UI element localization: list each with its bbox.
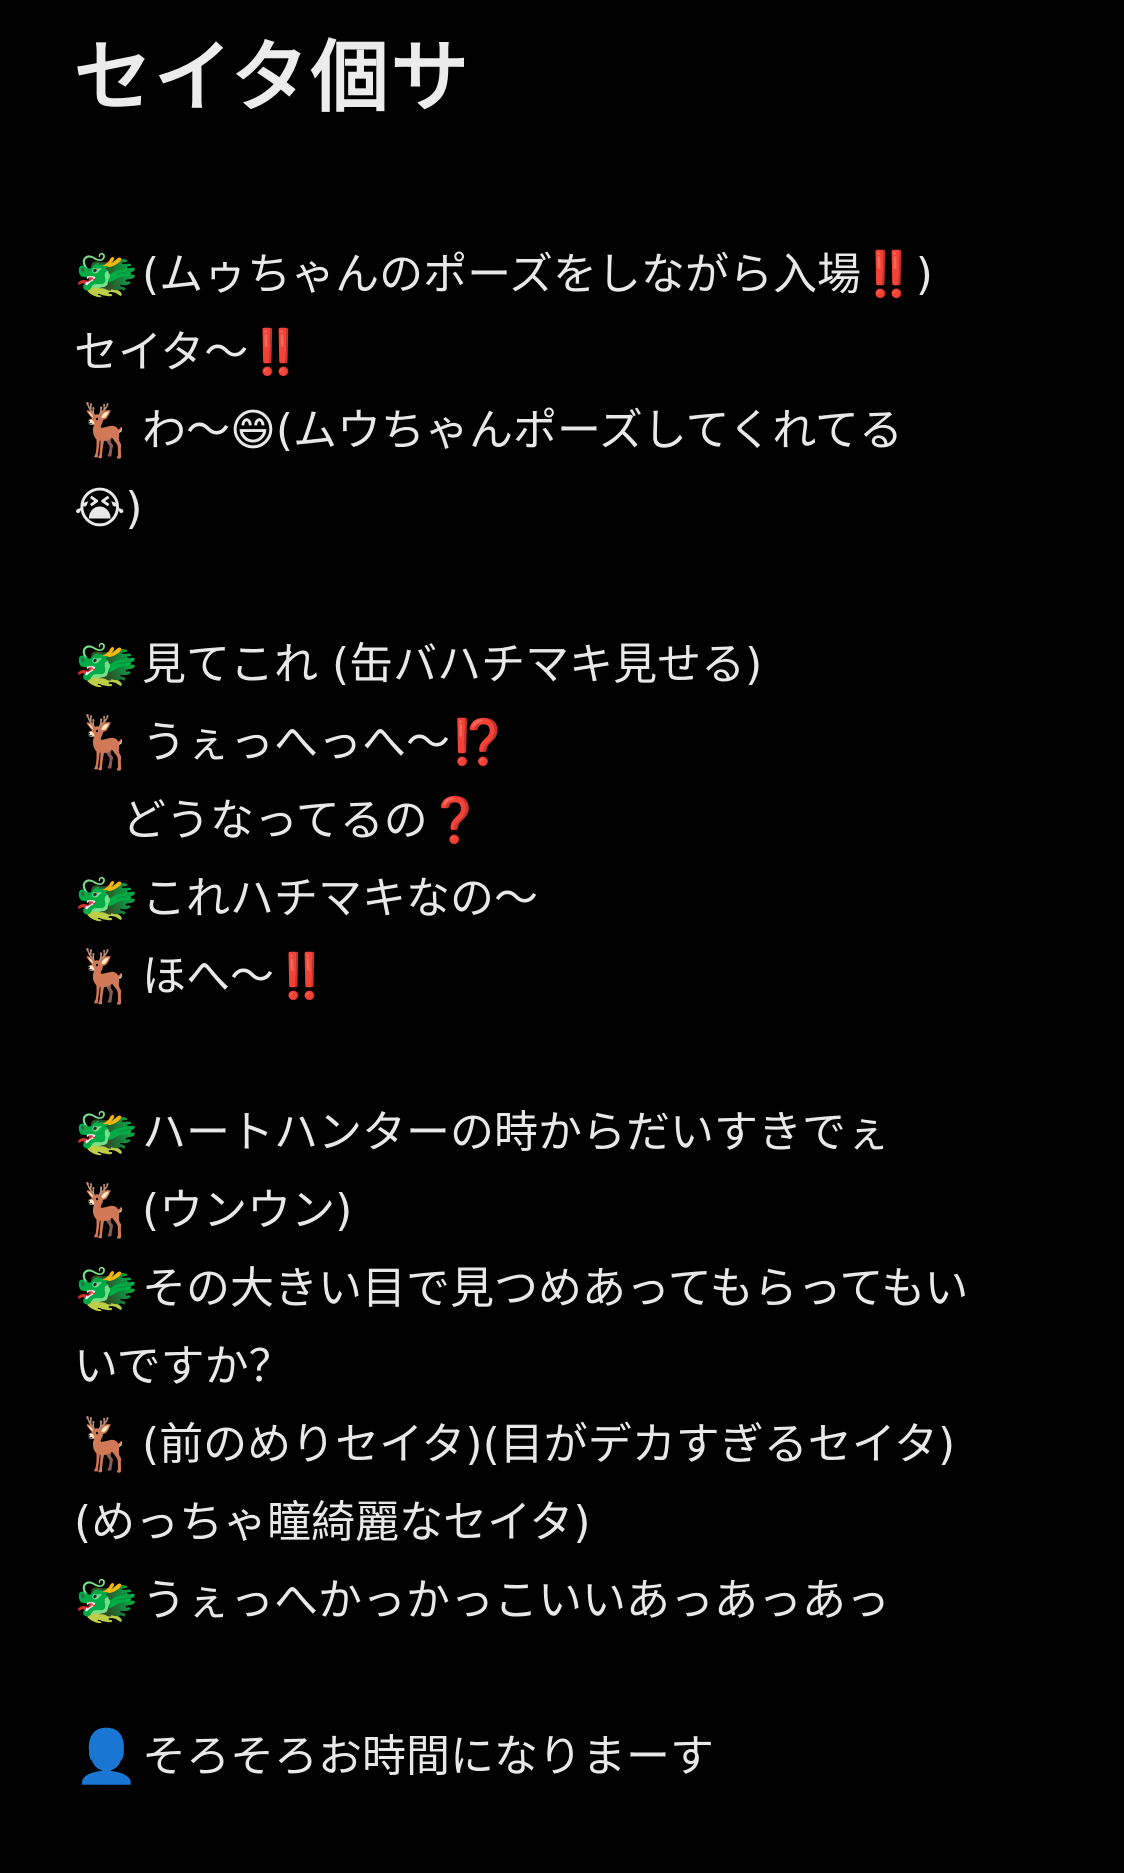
memo-line-text: どうなってるの❓	[122, 795, 483, 846]
memo-line-text: (ムゥちゃんのポーズをしながら入場‼️)	[142, 249, 933, 300]
memo-line-text: うぇっへかっかっこいいあっあっあっ	[142, 1575, 890, 1626]
deer-icon: 🦌	[74, 1181, 139, 1241]
memo-line: 🐲 見てこれ (缶バハチマキ見せる)	[74, 626, 1050, 704]
memo-line: いですか？	[74, 1328, 1050, 1406]
dragon-icon: 🐲	[74, 1259, 139, 1319]
deer-icon: 🦌	[74, 713, 139, 773]
dragon-icon: 🐲	[74, 1571, 139, 1631]
memo-line: 🐲 これハチマキなの〜	[74, 860, 1050, 938]
memo-line: 🐲 その大きい目で見つめあってもらってもい	[74, 1250, 1050, 1328]
memo-line: 🐲 ハートハンターの時からだいすきでぇ	[74, 1094, 1050, 1172]
memo-line: (めっちゃ瞳綺麗なセイタ)	[74, 1484, 1050, 1562]
memo-line: セイタ〜‼️	[74, 314, 1050, 392]
memo-line-text: 😭)	[74, 483, 143, 534]
memo-line-text: ハートハンターの時からだいすきでぇ	[142, 1107, 890, 1158]
memo-line-text: そろそろお時間になりまーす	[142, 1731, 714, 1782]
memo-line-text: (前のめりセイタ)(目がデカすぎるセイタ)	[142, 1419, 956, 1470]
memo-line-text: ほへ〜‼️	[142, 951, 329, 1002]
memo-page: セイタ個サ 🐲 (ムゥちゃんのポーズをしながら入場‼️) セイタ〜‼️ 🦌 わ〜…	[0, 0, 1124, 1873]
memo-line: 🐲 うぇっへかっかっこいいあっあっあっ	[74, 1562, 1050, 1640]
memo-line: 🦌 (ウンウン)	[74, 1172, 1050, 1250]
memo-line-text: いですか？	[74, 1341, 293, 1392]
dragon-icon: 🐲	[74, 1103, 139, 1163]
memo-line: 🦌 うぇっへっへ〜⁉️	[74, 704, 1050, 782]
memo-line: 👤 そろそろお時間になりまーす	[74, 1718, 1050, 1796]
memo-line: 🐲 (ムゥちゃんのポーズをしながら入場‼️)	[74, 236, 1050, 314]
dragon-icon: 🐲	[74, 635, 139, 695]
memo-line: 🦌 わ〜😄(ムウちゃんポーズしてくれてる	[74, 392, 1050, 470]
memo-line-text: セイタ〜‼️	[74, 327, 304, 378]
deer-icon: 🦌	[74, 401, 139, 461]
conversation-memo: 🐲 (ムゥちゃんのポーズをしながら入場‼️) セイタ〜‼️ 🦌 わ〜😄(ムウちゃ…	[74, 236, 1050, 1796]
memo-line: 🦌 ほへ〜‼️	[74, 938, 1050, 1016]
memo-line: 😭)	[74, 470, 1050, 548]
memo-line-text: これハチマキなの〜	[142, 873, 538, 924]
memo-line-text: (ウンウン)	[142, 1185, 353, 1236]
memo-line-text: (めっちゃ瞳綺麗なセイタ)	[74, 1497, 591, 1548]
dragon-icon: 🐲	[74, 869, 139, 929]
deer-icon: 🦌	[74, 1415, 139, 1475]
memo-line-text: うぇっへっへ〜⁉️	[142, 717, 505, 768]
memo-line-text: その大きい目で見つめあってもらってもい	[142, 1263, 969, 1314]
memo-line-text: 見てこれ (缶バハチマキ見せる)	[142, 639, 763, 690]
memo-line: どうなってるの❓	[74, 782, 1050, 860]
memo-line: 🦌 (前のめりセイタ)(目がデカすぎるセイタ)	[74, 1406, 1050, 1484]
person-icon: 👤	[74, 1727, 139, 1787]
dragon-icon: 🐲	[74, 245, 139, 305]
memo-line-text: わ〜😄(ムウちゃんポーズしてくれてる	[142, 405, 903, 456]
deer-icon: 🦌	[74, 947, 139, 1007]
page-title: セイタ個サ	[74, 33, 471, 123]
